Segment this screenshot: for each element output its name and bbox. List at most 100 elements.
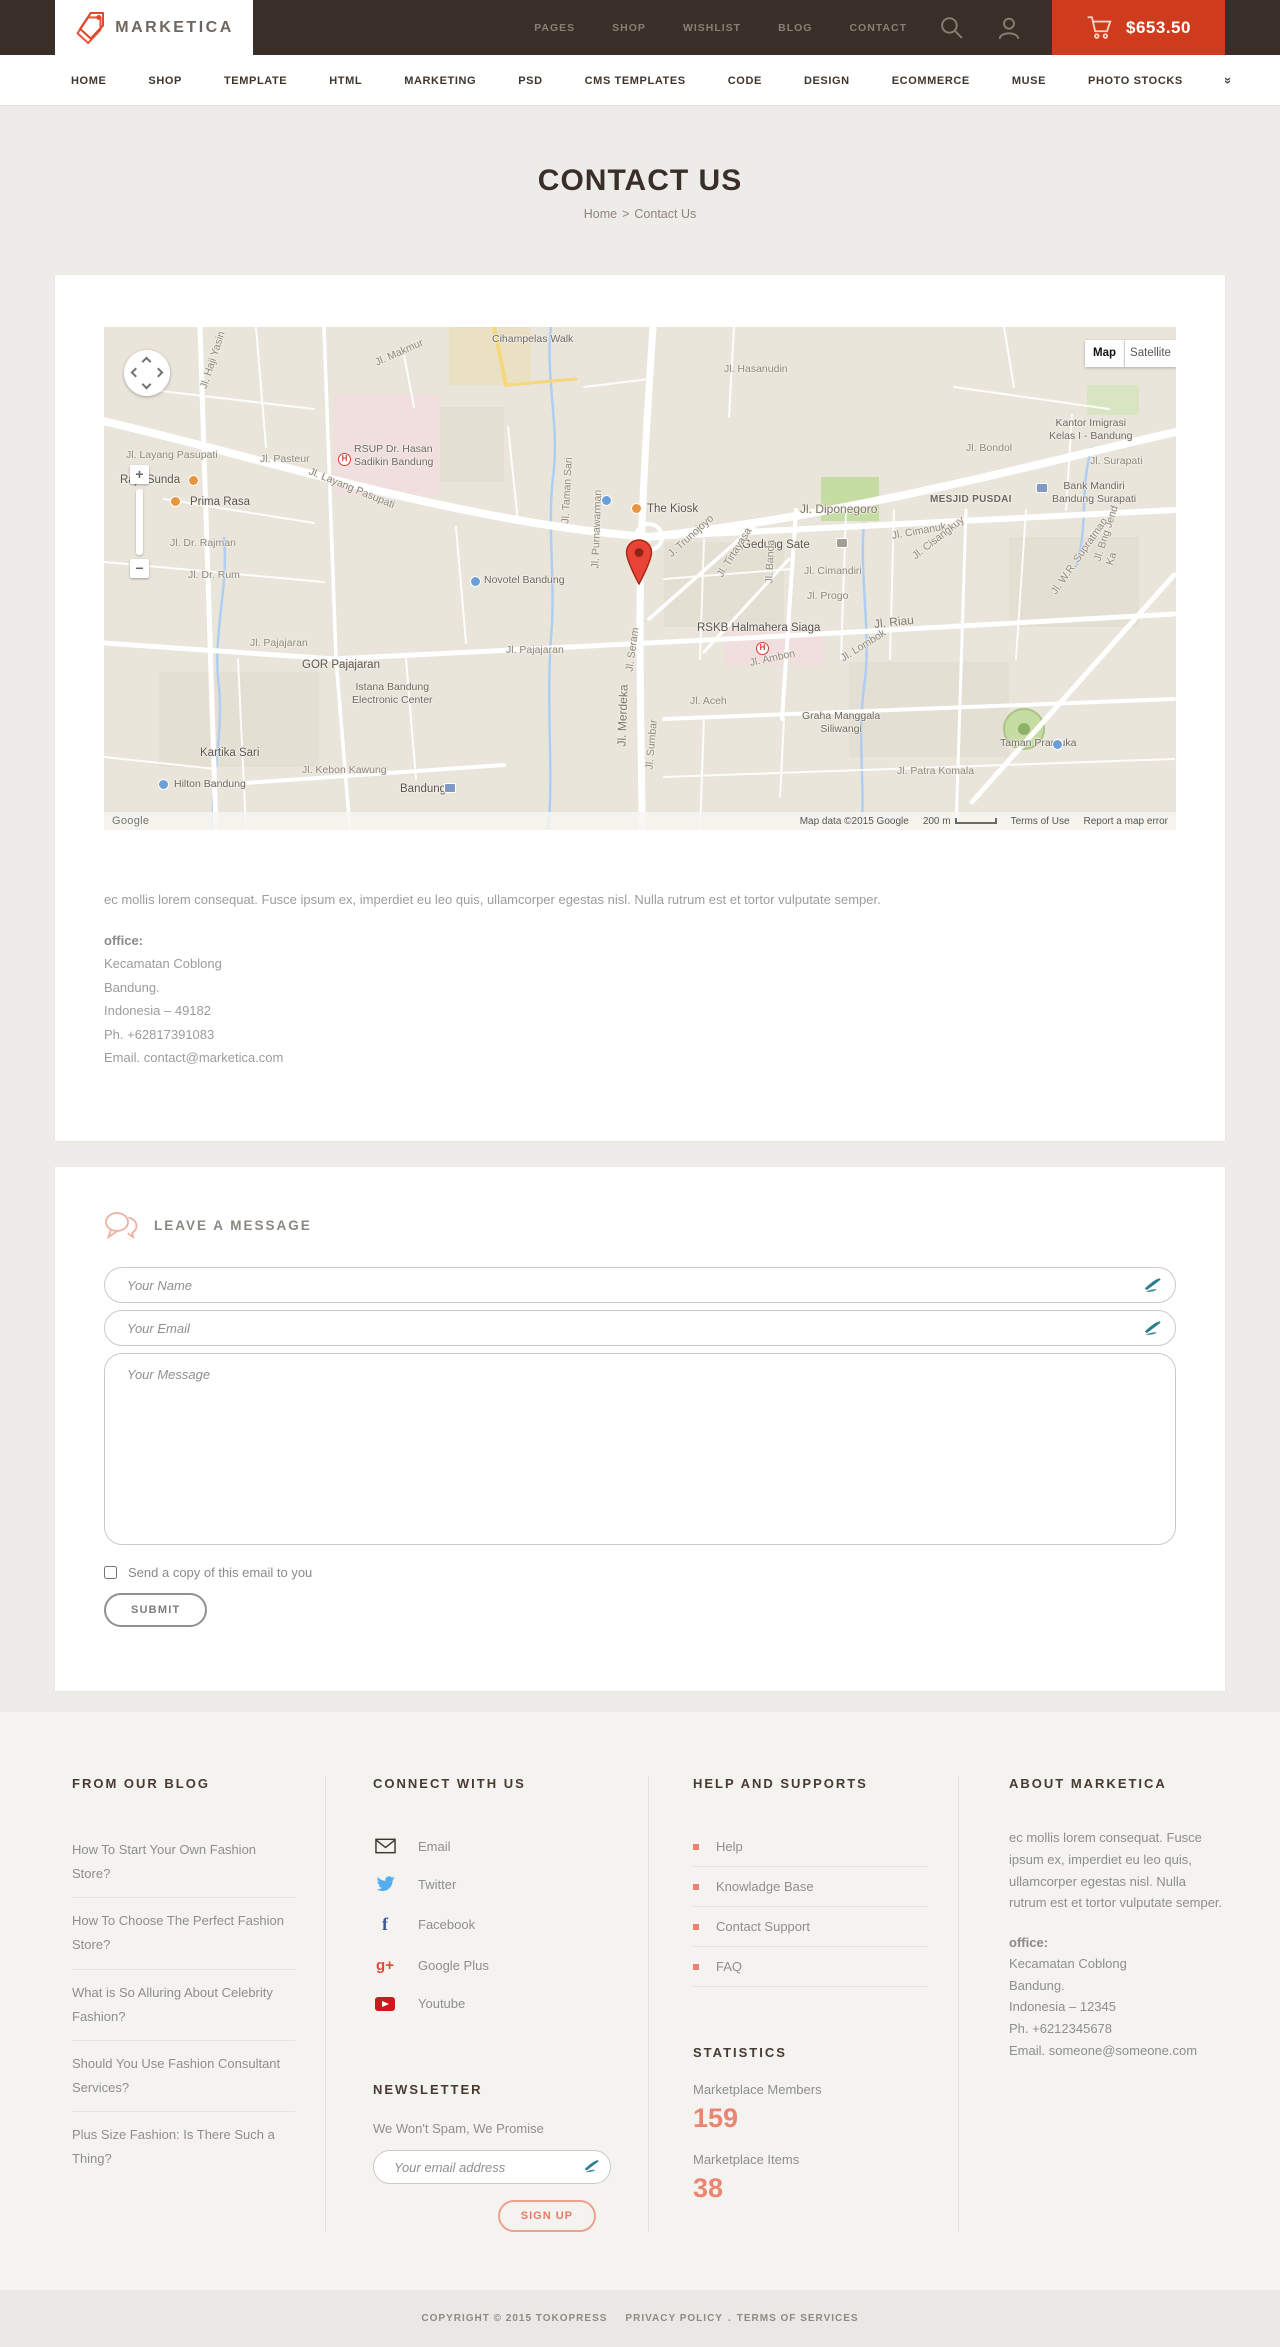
facebook-icon: f xyxy=(382,1914,388,1935)
catnav-html[interactable]: HTML xyxy=(329,75,362,87)
social-youtube-link[interactable]: Youtube xyxy=(373,1985,618,2022)
privacy-policy-link[interactable]: PRIVACY POLICY xyxy=(625,2313,723,2324)
social-email-link[interactable]: Email xyxy=(373,1827,618,1865)
map-type-satellite-button[interactable]: Satellite xyxy=(1125,340,1176,367)
address-line: Bandung. xyxy=(1009,1977,1065,1993)
send-copy-row: Send a copy of this email to you xyxy=(104,1565,1176,1580)
newsletter-email-input[interactable] xyxy=(373,2150,611,2185)
newsletter-field-wrap xyxy=(373,2150,611,2185)
chevron-double-down-icon[interactable]: » xyxy=(1221,77,1236,84)
catnav-code[interactable]: CODE xyxy=(728,75,762,87)
address-line: Bandung. xyxy=(104,979,160,995)
scale-bar xyxy=(954,818,997,824)
top-nav-contact[interactable]: CONTACT xyxy=(849,22,907,34)
message-field-wrap xyxy=(104,1353,1176,1550)
catnav-template[interactable]: TEMPLATE xyxy=(224,75,287,87)
name-input[interactable] xyxy=(104,1267,1176,1304)
footer: FROM OUR BLOG How To Start Your Own Fash… xyxy=(0,1712,1280,2291)
page-title-section: CONTACT US Home > Contact Us xyxy=(0,106,1280,275)
message-textarea[interactable] xyxy=(104,1353,1176,1546)
search-icon[interactable] xyxy=(939,15,964,40)
statistics-heading: STATISTICS xyxy=(693,2045,787,2061)
user-icon[interactable] xyxy=(996,15,1022,41)
social-twitter-link[interactable]: Twitter xyxy=(373,1865,618,1903)
faq-link[interactable]: FAQ xyxy=(693,1947,928,1988)
contact-intro-text: ec mollis lorem consequat. Fusce ipsum e… xyxy=(104,892,881,907)
catnav-design[interactable]: DESIGN xyxy=(804,75,850,87)
terms-of-services-link[interactable]: TERMS OF SERVICES xyxy=(737,2313,859,2324)
submit-button[interactable]: SUBMIT xyxy=(104,1593,208,1628)
contact-support-link[interactable]: Contact Support xyxy=(693,1907,928,1948)
google-plus-icon: g+ xyxy=(376,1957,394,1975)
top-nav-pages[interactable]: PAGES xyxy=(534,22,575,34)
about-office-block: office: Kecamatan Coblong Bandung. Indon… xyxy=(1009,1932,1225,2061)
email-input[interactable] xyxy=(104,1310,1176,1347)
social-google-plus-link[interactable]: g+ Google Plus xyxy=(373,1946,618,1985)
pan-right-icon[interactable] xyxy=(153,367,164,378)
social-list: Email Twitter f Facebook g+ Google Plus xyxy=(373,1827,618,2022)
twitter-icon xyxy=(373,1876,397,1892)
form-heading-row: LEAVE A MESSAGE xyxy=(104,1211,1176,1240)
footer-connect-column: CONNECT WITH US Email Twitter f Facebook… xyxy=(325,1776,648,2233)
catnav-home[interactable]: HOME xyxy=(71,75,106,87)
square-bullet-icon xyxy=(693,1923,699,1930)
cart-icon xyxy=(1087,15,1112,39)
address-line: Indonesia – 49182 xyxy=(104,1003,211,1019)
send-copy-checkbox[interactable] xyxy=(104,1566,117,1580)
help-link[interactable]: Help xyxy=(693,1827,928,1868)
knowledge-base-link[interactable]: Knowladge Base xyxy=(693,1867,928,1908)
top-nav-wishlist[interactable]: WISHLIST xyxy=(683,22,741,34)
report-map-error-link[interactable]: Report a map error xyxy=(1084,816,1168,827)
blog-link[interactable]: How To Choose The Perfect Fashion Store? xyxy=(72,1898,295,1970)
catnav-photo-stocks[interactable]: PHOTO STOCKS xyxy=(1088,75,1183,87)
signup-button[interactable]: SIGN UP xyxy=(497,2200,596,2233)
logo[interactable]: MARKETICA xyxy=(55,0,253,55)
google-logo: Google xyxy=(112,815,150,827)
catnav-ecommerce[interactable]: ECOMMERCE xyxy=(892,75,970,87)
catnav-psd[interactable]: PSD xyxy=(518,75,542,87)
square-bullet-icon xyxy=(693,1963,699,1970)
breadcrumb-separator: > xyxy=(622,207,630,221)
newsletter-heading: NEWSLETTER xyxy=(373,2082,483,2098)
catnav-cms-templates[interactable]: CMS TEMPLATES xyxy=(585,75,686,87)
pan-down-icon[interactable] xyxy=(141,379,152,390)
blog-link[interactable]: Should You Use Fashion Consultant Servic… xyxy=(72,2041,295,2112)
cart-button[interactable]: $653.50 xyxy=(1052,0,1225,55)
top-nav-blog[interactable]: BLOG xyxy=(778,22,812,34)
zoom-slider[interactable] xyxy=(136,489,143,555)
form-heading: LEAVE A MESSAGE xyxy=(154,1217,312,1233)
newsletter-tagline: We Won't Spam, We Promise xyxy=(373,2121,544,2137)
social-facebook-link[interactable]: f Facebook xyxy=(373,1903,618,1946)
blog-link[interactable]: What is So Alluring About Celebrity Fash… xyxy=(72,1970,295,2041)
footer-help-heading: HELP AND SUPPORTS xyxy=(693,1776,868,1792)
about-text: ec mollis lorem consequat. Fusce ipsum e… xyxy=(1009,1830,1223,1911)
top-nav-shop[interactable]: SHOP xyxy=(612,22,646,34)
office-address-block: office: Kecamatan Coblong Bandung. Indon… xyxy=(104,929,1176,1069)
catnav-shop[interactable]: SHOP xyxy=(148,75,182,87)
address-line: Kecamatan Coblong xyxy=(1009,1956,1127,1972)
map-pan-control[interactable] xyxy=(124,350,170,396)
blog-link[interactable]: Plus Size Fashion: Is There Such a Thing… xyxy=(72,2112,295,2182)
location-marker[interactable] xyxy=(625,539,653,585)
stat-value: 159 xyxy=(693,2103,739,2134)
zoom-out-button[interactable]: − xyxy=(130,559,149,578)
map-type-map-button[interactable]: Map xyxy=(1085,340,1125,367)
pan-up-icon[interactable] xyxy=(141,356,152,367)
brand-tag-icon xyxy=(76,11,105,44)
zoom-in-button[interactable]: + xyxy=(130,465,149,484)
square-bullet-icon xyxy=(693,1843,699,1850)
catnav-marketing[interactable]: MARKETING xyxy=(404,75,476,87)
square-bullet-icon xyxy=(693,1883,699,1890)
terms-of-use-link[interactable]: Terms of Use xyxy=(1011,816,1070,827)
blog-link[interactable]: How To Start Your Own Fashion Store? xyxy=(72,1827,295,1899)
name-field-wrap xyxy=(104,1267,1176,1304)
office-label: office: xyxy=(1009,1934,1048,1950)
map-scale: 200 m xyxy=(923,816,997,827)
cart-total: $653.50 xyxy=(1126,17,1191,37)
breadcrumb-home[interactable]: Home xyxy=(584,207,617,221)
google-map[interactable]: Cihampelas Walk Jl. Hasanudin Raja Sunda… xyxy=(104,327,1176,830)
copyright-text: COPYRIGHT © 2015 TOKOPRESS xyxy=(421,2313,608,2325)
footer-blog-column: FROM OUR BLOG How To Start Your Own Fash… xyxy=(55,1776,325,2232)
pan-left-icon[interactable] xyxy=(130,367,141,378)
catnav-muse[interactable]: MUSE xyxy=(1012,75,1046,87)
